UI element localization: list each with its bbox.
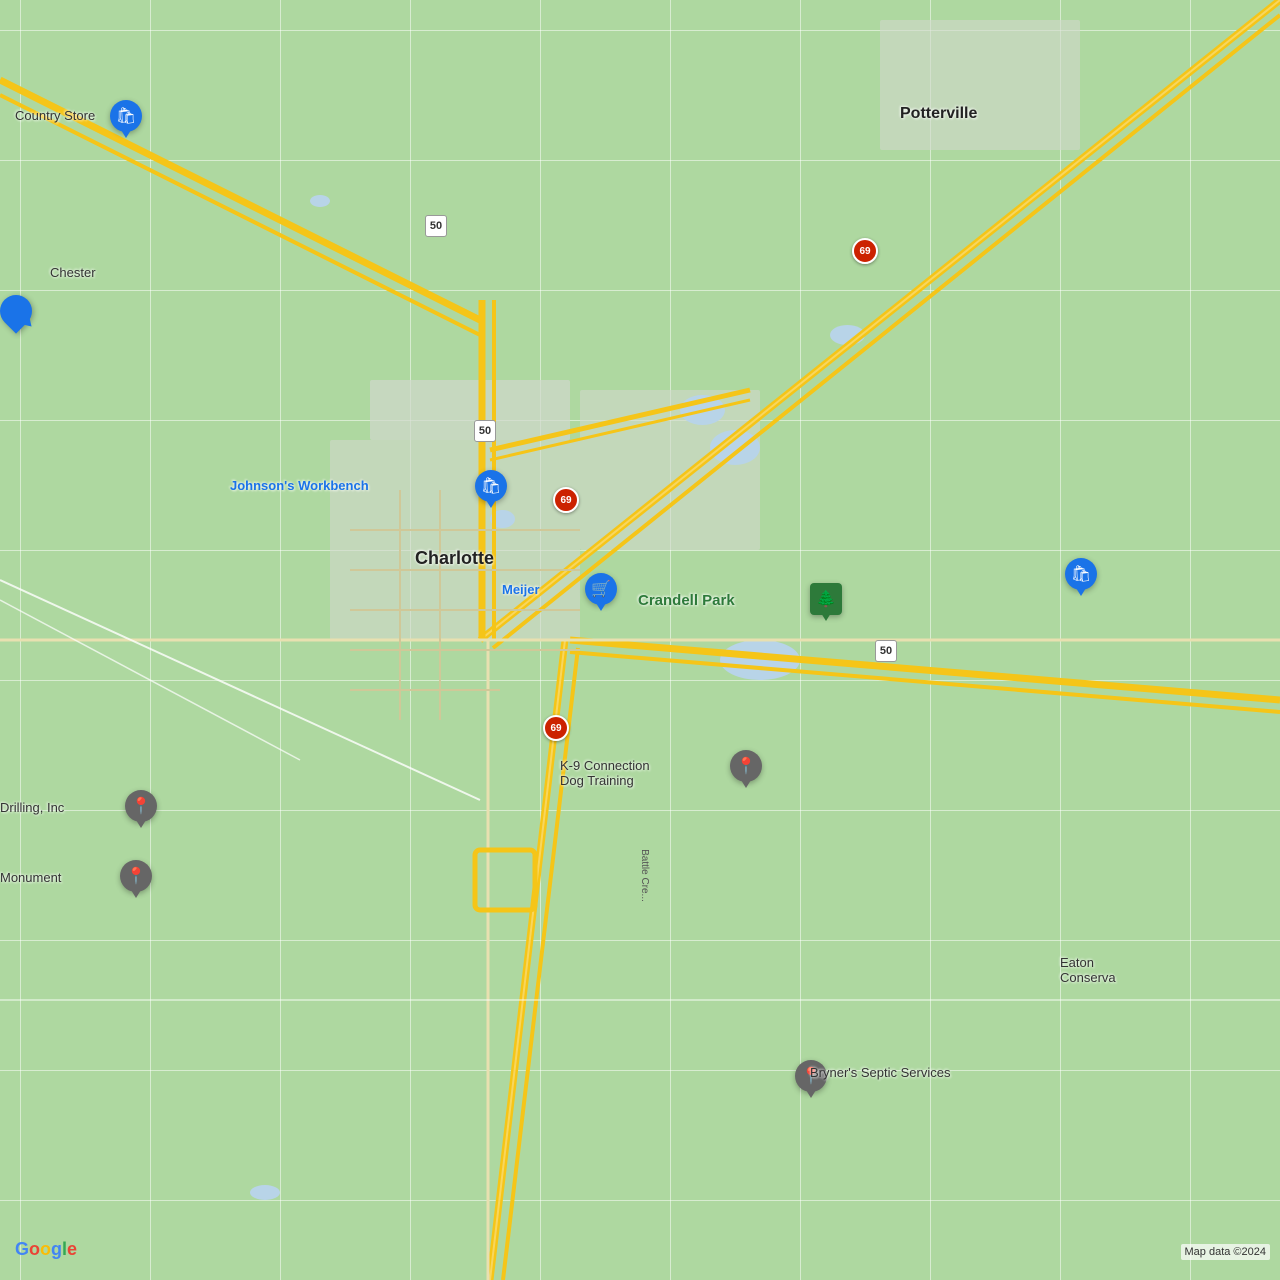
k9-connection-label: K-9 ConnectionDog Training bbox=[560, 758, 650, 788]
shield-50-north: 50 bbox=[425, 215, 447, 237]
country-store-label: Country Store bbox=[15, 108, 95, 123]
meijer-icon: 🛒 bbox=[585, 573, 617, 605]
water-crandell bbox=[720, 640, 800, 680]
potterville-label: Potterville bbox=[900, 105, 977, 123]
battle-creek-label: Battle Cre... bbox=[639, 849, 650, 902]
left-pin[interactable] bbox=[0, 295, 32, 327]
urban-area-2 bbox=[330, 440, 580, 640]
water-5 bbox=[490, 510, 515, 528]
water-bottom bbox=[250, 1185, 280, 1200]
urban-area bbox=[370, 380, 570, 440]
monument-icon: 📍 bbox=[120, 860, 152, 892]
google-logo: Google bbox=[15, 1239, 77, 1260]
google-o1: o bbox=[29, 1239, 40, 1259]
water-2 bbox=[830, 325, 865, 345]
johnsons-workbench-label: Johnson's Workbench bbox=[230, 478, 369, 493]
crandell-park-pin[interactable]: 🌲 bbox=[810, 583, 842, 615]
drilling-icon: 📍 bbox=[125, 790, 157, 822]
google-g: G bbox=[15, 1239, 29, 1259]
crandell-park-icon: 🌲 bbox=[810, 583, 842, 615]
bryners-label: Bryner's Septic Services bbox=[810, 1065, 950, 1080]
right-shop-pin[interactable]: 🛍 bbox=[1065, 558, 1097, 590]
map-attribution: Map data ©2024 bbox=[1181, 1244, 1271, 1260]
shield-50-mid: 50 bbox=[474, 420, 496, 442]
shield-69-north: 69 bbox=[852, 238, 878, 264]
k9-connection-icon: 📍 bbox=[730, 750, 762, 782]
google-o2: o bbox=[40, 1239, 51, 1259]
meijer-label: Meijer bbox=[502, 582, 540, 597]
charlotte-label: Charlotte bbox=[415, 548, 494, 569]
k9-connection-pin[interactable]: 📍 bbox=[730, 750, 762, 782]
water-1 bbox=[310, 195, 330, 207]
drilling-label: Drilling, Inc bbox=[0, 800, 64, 815]
water-3 bbox=[680, 395, 725, 425]
google-e: e bbox=[67, 1239, 77, 1259]
johnsons-workbench-pin[interactable]: 🛍 bbox=[475, 470, 507, 502]
urban-area-3 bbox=[580, 390, 760, 550]
country-store-icon: 🛍 bbox=[110, 100, 142, 132]
drilling-pin[interactable]: 📍 bbox=[125, 790, 157, 822]
meijer-pin[interactable]: 🛒 bbox=[585, 573, 617, 605]
map-container: 🛍 Country Store Potterville Chester 🛍 Jo… bbox=[0, 0, 1280, 1280]
monument-label: Monument bbox=[0, 870, 61, 885]
map-grid bbox=[0, 0, 1280, 1280]
chester-label: Chester bbox=[50, 265, 96, 280]
water-4 bbox=[710, 430, 760, 465]
eaton-label: EatonConserva bbox=[1060, 955, 1116, 985]
shield-69-mid: 69 bbox=[553, 487, 579, 513]
country-store-pin[interactable]: 🛍 bbox=[110, 100, 142, 132]
urban-potterville bbox=[880, 20, 1080, 150]
google-g2: g bbox=[51, 1239, 62, 1259]
right-shop-icon: 🛍 bbox=[1065, 558, 1097, 590]
shield-69-south: 69 bbox=[543, 715, 569, 741]
shield-50-east: 50 bbox=[875, 640, 897, 662]
crandell-park-label: Crandell Park bbox=[638, 592, 735, 609]
monument-pin[interactable]: 📍 bbox=[120, 860, 152, 892]
johnsons-workbench-icon: 🛍 bbox=[475, 470, 507, 502]
